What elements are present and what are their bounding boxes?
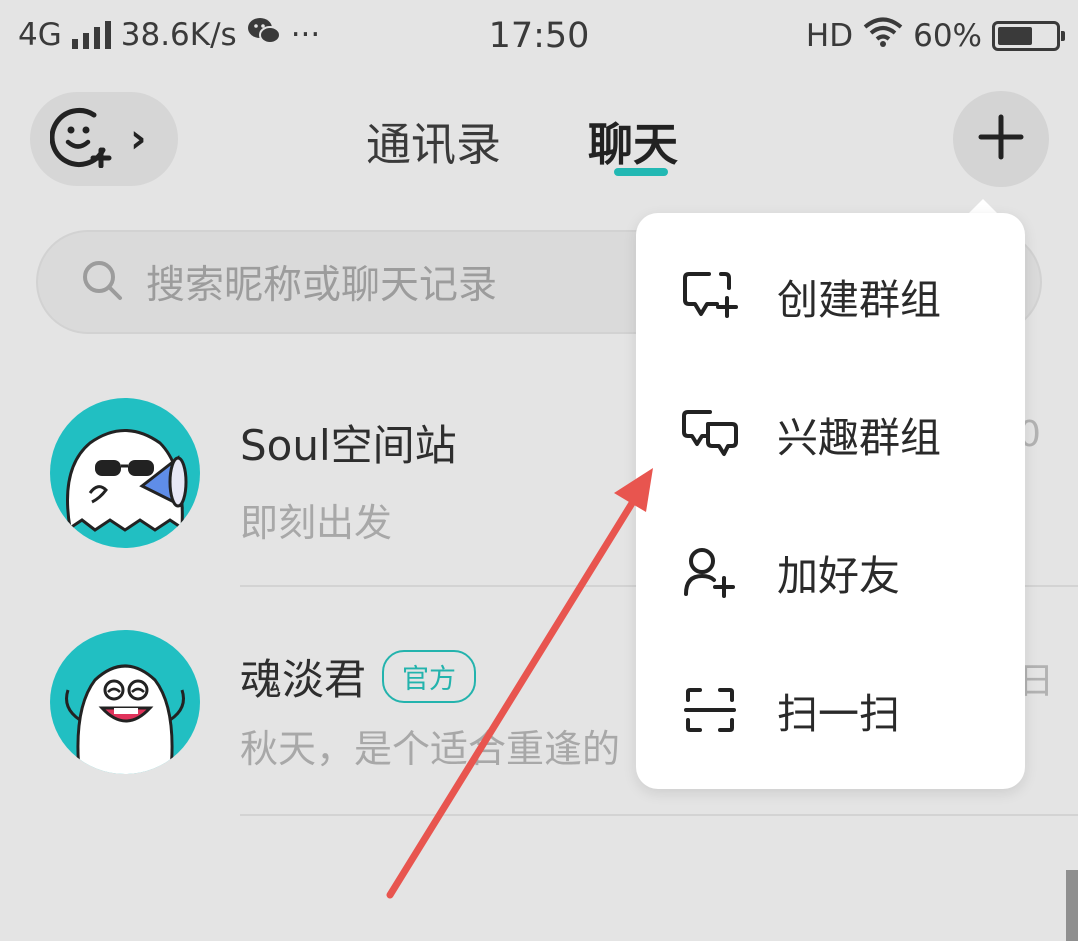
add-button[interactable] [953, 91, 1049, 187]
mood-button[interactable]: › [30, 92, 178, 186]
battery-icon [992, 21, 1065, 51]
search-placeholder: 搜索昵称或聊天记录 [146, 263, 498, 308]
tab-contacts[interactable]: 通讯录 [366, 108, 501, 173]
menu-item-add-friend[interactable]: 加好友 [636, 503, 1025, 641]
official-badge: 官方 [382, 650, 477, 703]
wifi-icon [863, 16, 903, 56]
battery-level [998, 27, 1032, 45]
menu-item-label: 兴趣群组 [777, 414, 941, 462]
double-chat-bubble-icon [680, 404, 740, 464]
conversation-name: 魂淡君 官方 [240, 646, 477, 707]
status-right: HD 60% [805, 16, 1065, 56]
menu-pointer [968, 199, 998, 214]
avatar[interactable] [50, 398, 200, 548]
avatar[interactable] [50, 630, 200, 774]
search-icon [80, 258, 124, 306]
scrollbar-thumb[interactable] [1066, 870, 1078, 941]
scan-icon [680, 680, 740, 740]
chevron-right-icon: › [130, 116, 147, 162]
hd-indicator: HD [805, 18, 854, 54]
divider [240, 814, 1078, 816]
status-bar: 4G 38.6K/s ··· 17:50 HD 60% [0, 0, 1078, 78]
menu-item-create-group[interactable]: 创建群组 [636, 227, 1025, 365]
plus-icon [978, 114, 1024, 164]
conversation-preview: 即刻出发 [240, 501, 393, 545]
menu-item-interest-group[interactable]: 兴趣群组 [636, 365, 1025, 503]
add-friend-icon [680, 542, 740, 602]
chat-bubble-plus-icon [680, 266, 740, 326]
menu-item-label: 扫一扫 [777, 690, 900, 738]
menu-item-label: 加好友 [777, 552, 900, 600]
menu-item-scan[interactable]: 扫一扫 [636, 641, 1025, 779]
add-menu-popup: 创建群组 兴趣群组 加好友 扫一扫 [636, 213, 1025, 789]
active-tab-indicator [614, 168, 668, 176]
conversation-preview: 秋天，是个适合重逢的 [240, 727, 621, 771]
tab-chat[interactable]: 聊天 [588, 108, 678, 173]
battery-percent: 60% [913, 18, 982, 54]
conversation-name: Soul空间站 [240, 421, 457, 470]
smiley-plus-icon [49, 106, 112, 172]
menu-item-label: 创建群组 [777, 276, 941, 324]
